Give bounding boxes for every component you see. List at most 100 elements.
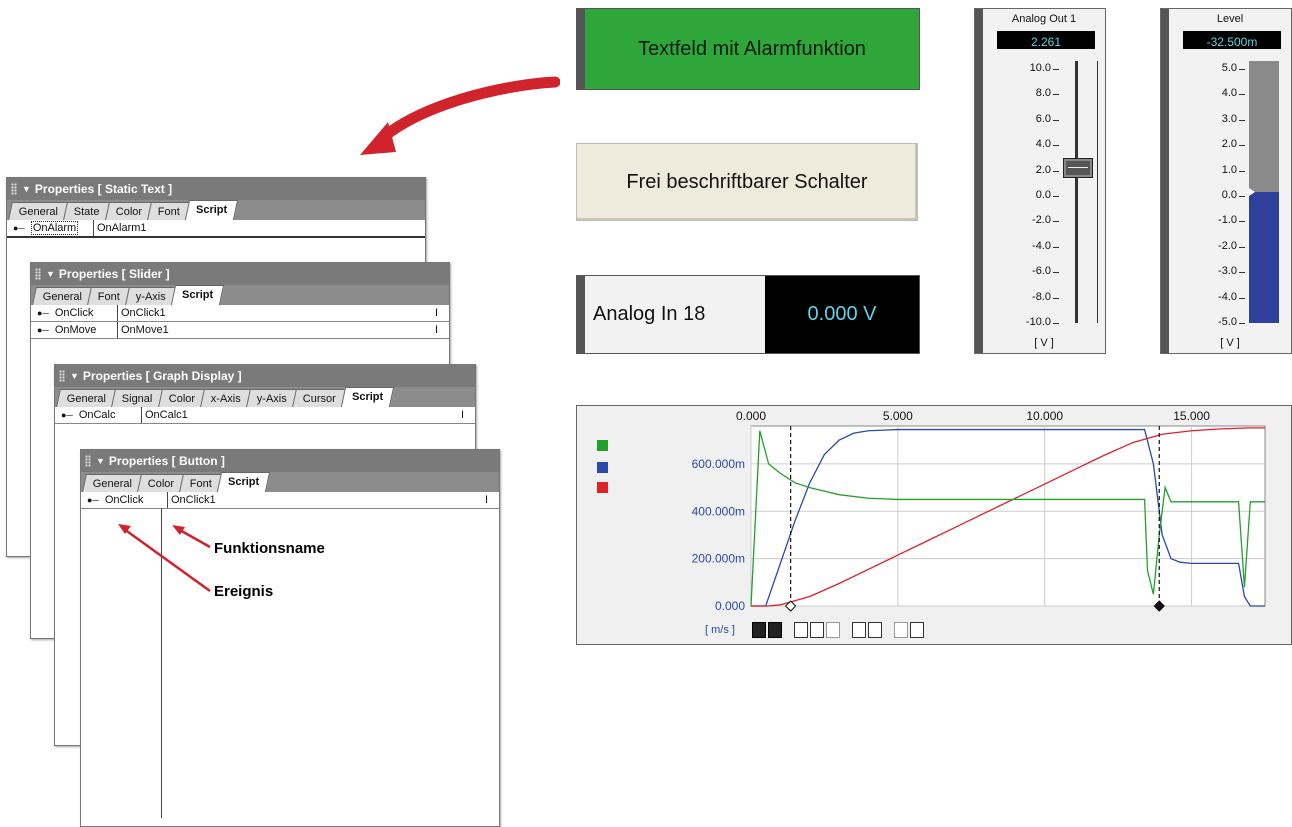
- annotation-arrows: [118, 524, 211, 593]
- level-bar: [1249, 61, 1279, 323]
- scale-tick: [1053, 94, 1059, 96]
- level-title: Level: [1216, 13, 1244, 25]
- y-tick-label: 400.000m: [692, 504, 745, 518]
- scale-tick: [1239, 246, 1245, 248]
- analog-out-value[interactable]: 2.261: [997, 31, 1095, 49]
- event-row[interactable]: ●─ OnAlarm OnAlarm1: [7, 220, 425, 238]
- plot-area: [750, 425, 1266, 607]
- scale-icon[interactable]: [794, 622, 808, 638]
- scale-tick-label: -4.0: [1032, 239, 1051, 252]
- slider-thumb[interactable]: [1063, 158, 1093, 179]
- scale-tick-label: -10.0: [1025, 316, 1051, 328]
- tab-script[interactable]: Script: [185, 200, 239, 220]
- grip-icon[interactable]: [11, 183, 17, 195]
- chart-toolbar: [752, 622, 924, 638]
- scale-tick-label: -3.0: [1218, 265, 1237, 278]
- copy-icon[interactable]: [810, 622, 824, 638]
- tab-y-axis[interactable]: y-Axis: [125, 287, 178, 305]
- tab-x-axis[interactable]: x-Axis: [200, 389, 252, 407]
- pin-icon: ●─: [37, 325, 49, 335]
- tab-general[interactable]: General: [82, 474, 144, 492]
- collapse-icon[interactable]: ▼: [70, 371, 79, 381]
- scale-tick-label: -6.0: [1032, 265, 1051, 278]
- scale-tick: [1053, 323, 1059, 324]
- slider-rail: [1097, 61, 1098, 323]
- cursor-icon[interactable]: [852, 622, 866, 638]
- level-bar-widget: Level -32.500m 5.0 4.0 3.0 2.0 1.0 0.0 -1.0 -2.…: [1160, 8, 1292, 354]
- y-axis-unit: [ m/s ]: [705, 624, 735, 636]
- tab-y-axis[interactable]: y-Axis: [246, 389, 298, 407]
- tab-general[interactable]: General: [56, 389, 118, 407]
- panel-header: ▼ Properties [ Button ]: [81, 450, 499, 472]
- x-tick-label: 15.000: [1173, 409, 1210, 423]
- scale-tick-label: 0.0: [1035, 189, 1051, 201]
- free-label-button[interactable]: Frei beschriftbarer Schalter: [576, 143, 918, 221]
- alarm-text-field[interactable]: Textfeld mit Alarmfunktion: [576, 8, 920, 90]
- analog-in-display: Analog In 18 0.000 V: [576, 275, 920, 354]
- tab-general[interactable]: General: [8, 202, 70, 220]
- line-chart[interactable]: 0.000 5.000 10.000 15.000 600.000m 400.000m 20…: [577, 406, 1291, 644]
- scale-tick: [1053, 272, 1059, 274]
- function-name-label: Funktionsname: [214, 540, 325, 557]
- tab-signal[interactable]: Signal: [111, 389, 164, 407]
- event-row[interactable]: ●─ OnCalc OnCalc1 I: [55, 407, 475, 424]
- scale-tick: [1239, 272, 1245, 274]
- paste-icon[interactable]: [826, 622, 840, 638]
- scale-tick-label: -2.0: [1032, 214, 1051, 227]
- zoom-out-icon[interactable]: [768, 622, 782, 638]
- tab-script[interactable]: Script: [340, 387, 395, 407]
- tab-cursor[interactable]: Cursor: [292, 389, 347, 407]
- event-row[interactable]: ●─ OnClick OnClick1 I: [31, 305, 449, 322]
- pointer-arrow: [360, 76, 560, 155]
- text-cursor-icon: I: [435, 324, 439, 336]
- scale-tick: [1053, 196, 1059, 197]
- peak-icon[interactable]: [868, 622, 882, 638]
- scale-tick-label: -4.0: [1218, 290, 1237, 303]
- tab-general[interactable]: General: [32, 287, 94, 305]
- event-row[interactable]: ●─ OnMove OnMove1 I: [31, 322, 449, 339]
- tab-bar: General Font y-Axis Script: [31, 285, 449, 305]
- scale-tick-label: 1.0: [1221, 163, 1237, 176]
- scale-tick: [1053, 119, 1059, 121]
- level-unit: [ V ]: [1220, 337, 1240, 349]
- scale-tick: [1239, 297, 1245, 299]
- tab-script[interactable]: Script: [170, 285, 225, 305]
- analog-out-title: Analog Out 1: [1011, 13, 1077, 25]
- scale-tick-label: 4.0: [1035, 138, 1051, 151]
- scale-tick-label: -2.0: [1218, 239, 1237, 252]
- scale-tick: [1239, 221, 1245, 223]
- x-tick-label: 5.000: [883, 409, 913, 423]
- collapse-icon[interactable]: ▼: [46, 269, 55, 279]
- grip-icon[interactable]: [59, 370, 65, 382]
- collapse-icon[interactable]: ▼: [96, 456, 105, 466]
- fit-icon[interactable]: [910, 622, 924, 638]
- text-cursor-icon: I: [461, 409, 465, 421]
- tab-color[interactable]: Color: [137, 474, 186, 492]
- y-tick-label: 600.000m: [692, 457, 745, 471]
- auto-icon[interactable]: [894, 622, 908, 638]
- tab-script[interactable]: Script: [217, 472, 271, 492]
- event-row[interactable]: ●─ OnClick OnClick1 I: [81, 492, 499, 509]
- zoom-in-icon[interactable]: [752, 622, 766, 638]
- scale-tick: [1239, 119, 1245, 121]
- panel-header: ▼ Properties [ Slider ]: [31, 263, 449, 285]
- pin-icon: ●─: [37, 308, 49, 318]
- scale-tick: [1053, 297, 1059, 299]
- tab-state[interactable]: State: [63, 202, 111, 220]
- scale-tick-label: 6.0: [1035, 112, 1051, 125]
- level-fill: [1249, 192, 1279, 323]
- slider-track[interactable]: [1075, 61, 1078, 323]
- tab-color[interactable]: Color: [157, 389, 206, 407]
- grip-icon[interactable]: [35, 268, 41, 280]
- y-tick-label: 0.000: [715, 599, 745, 613]
- tab-bar: General Color Font Script: [81, 472, 499, 492]
- scale-tick-label: 4.0: [1221, 87, 1237, 100]
- scale-tick: [1239, 94, 1245, 96]
- scale-tick-label: 2.0: [1035, 163, 1051, 176]
- grip-icon[interactable]: [85, 455, 91, 467]
- tab-color[interactable]: Color: [104, 202, 154, 220]
- pin-icon: ●─: [87, 495, 99, 505]
- collapse-icon[interactable]: ▼: [22, 184, 31, 194]
- tab-bar: General State Color Font Script: [7, 200, 425, 220]
- scale-tick: [1239, 196, 1245, 197]
